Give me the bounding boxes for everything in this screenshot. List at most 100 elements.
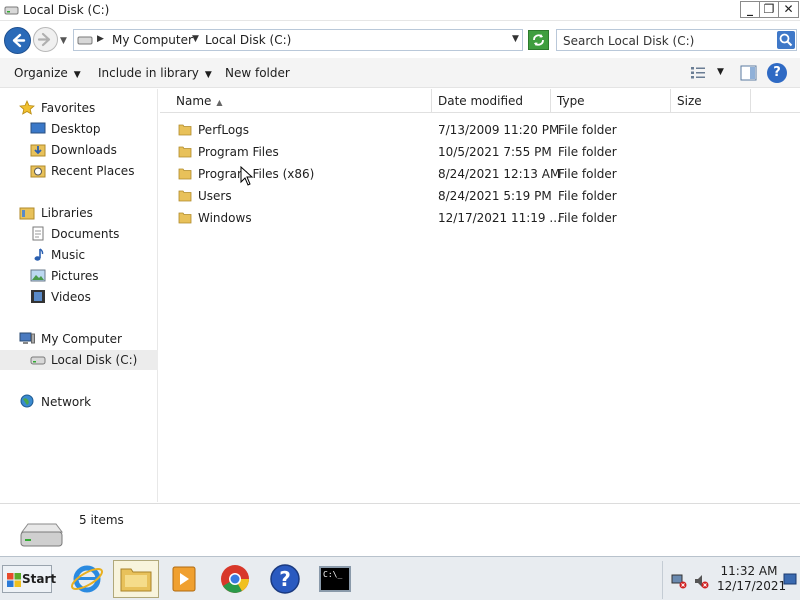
nav-music[interactable]: Music bbox=[0, 245, 158, 265]
clock-time: 11:32 AM bbox=[720, 564, 778, 578]
network-disconnected-icon[interactable] bbox=[671, 573, 687, 589]
file-list: Name ▲ Date modified Type Size PerfLogs 7… bbox=[160, 89, 800, 502]
nav-network[interactable]: Network bbox=[0, 392, 158, 412]
file-row[interactable]: PerfLogs 7/13/2009 11:20 PM File folder bbox=[160, 119, 800, 141]
nav-pictures[interactable]: Pictures bbox=[0, 266, 158, 286]
windows-logo-icon bbox=[7, 573, 21, 587]
nav-libraries[interactable]: Libraries bbox=[0, 203, 158, 223]
music-note-icon bbox=[34, 248, 44, 261]
back-arrow-icon bbox=[12, 33, 26, 48]
show-desktop-icon[interactable] bbox=[783, 572, 797, 588]
desktop-icon bbox=[30, 122, 46, 134]
nav-documents[interactable]: Documents bbox=[0, 224, 158, 244]
column-name[interactable]: Name ▲ bbox=[170, 89, 432, 113]
nav-my-computer[interactable]: My Computer bbox=[0, 329, 158, 349]
command-prompt-icon: C:\_ bbox=[319, 566, 351, 592]
nav-libraries-label: Libraries bbox=[41, 206, 93, 220]
nav-documents-label: Documents bbox=[51, 227, 120, 241]
organize-button[interactable]: Organize ▼ bbox=[14, 66, 81, 80]
svg-text:?: ? bbox=[279, 567, 291, 591]
command-prompt-label: C:\_ bbox=[323, 570, 343, 579]
column-type[interactable]: Type bbox=[551, 89, 671, 113]
refresh-button[interactable] bbox=[528, 30, 549, 50]
taskbar-internet-explorer[interactable] bbox=[64, 560, 110, 598]
preview-pane-icon[interactable] bbox=[740, 65, 757, 81]
system-tray: 11:32 AM 12/17/2021 bbox=[662, 561, 800, 599]
file-date: 8/24/2021 12:13 AM bbox=[438, 167, 561, 181]
file-row[interactable]: Windows 12/17/2021 11:19 ... File folder bbox=[160, 207, 800, 229]
window-title: Local Disk (C:) bbox=[23, 3, 110, 17]
nav-network-label: Network bbox=[41, 395, 92, 409]
maximize-button[interactable]: ❐ bbox=[759, 1, 779, 18]
file-name: Windows bbox=[198, 211, 252, 225]
nav-desktop[interactable]: Desktop bbox=[0, 119, 158, 139]
file-row[interactable]: Users 8/24/2021 5:19 PM File folder bbox=[160, 185, 800, 207]
change-view-icon[interactable] bbox=[690, 66, 706, 80]
file-row[interactable]: Program Files 10/5/2021 7:55 PM File fol… bbox=[160, 141, 800, 163]
include-in-library-button[interactable]: Include in library ▼ bbox=[98, 66, 212, 80]
file-date: 7/13/2009 11:20 PM bbox=[438, 123, 560, 137]
nav-local-disk-label: Local Disk (C:) bbox=[51, 353, 138, 367]
taskbar-media-player[interactable] bbox=[161, 560, 207, 598]
file-row[interactable]: Program Files (x86) 8/24/2021 12:13 AM F… bbox=[160, 163, 800, 185]
downloads-folder-icon bbox=[30, 144, 46, 157]
file-date: 12/17/2021 11:19 ... bbox=[438, 211, 561, 225]
column-date-modified[interactable]: Date modified bbox=[432, 89, 551, 113]
nav-desktop-label: Desktop bbox=[51, 122, 101, 136]
help-icon[interactable]: ? bbox=[767, 63, 787, 83]
taskbar-command-prompt[interactable]: C:\_ bbox=[312, 560, 358, 598]
file-date: 8/24/2021 5:19 PM bbox=[438, 189, 552, 203]
forward-button[interactable] bbox=[33, 27, 58, 52]
breadcrumb-my-computer[interactable]: My Computer bbox=[112, 33, 193, 47]
file-type: File folder bbox=[558, 123, 617, 137]
file-name: Program Files (x86) bbox=[198, 167, 315, 181]
column-type-label: Type bbox=[557, 94, 585, 108]
start-label: Start bbox=[22, 572, 57, 586]
nav-downloads-label: Downloads bbox=[51, 143, 117, 157]
sort-ascending-icon: ▲ bbox=[216, 98, 223, 107]
breadcrumb-arrow[interactable]: ▼ bbox=[192, 34, 199, 44]
clock[interactable]: 11:32 AM 12/17/2021 bbox=[717, 564, 786, 594]
help-support-icon: ? bbox=[270, 564, 300, 594]
minimize-button[interactable]: _ bbox=[740, 1, 760, 18]
breadcrumb-arrow[interactable]: ▶ bbox=[97, 34, 104, 44]
drive-icon bbox=[77, 36, 93, 45]
column-size[interactable]: Size bbox=[671, 89, 751, 113]
address-dropdown[interactable]: ▼ bbox=[512, 34, 519, 44]
back-button[interactable] bbox=[4, 27, 31, 54]
nav-recent-places[interactable]: Recent Places bbox=[0, 161, 158, 181]
drive-icon bbox=[30, 356, 46, 365]
file-name: Users bbox=[198, 189, 232, 203]
view-options-dropdown[interactable]: ▼ bbox=[717, 67, 724, 77]
new-folder-button[interactable]: New folder bbox=[225, 66, 290, 80]
recent-pages-dropdown[interactable]: ▼ bbox=[60, 36, 67, 46]
address-bar[interactable]: ▶ My Computer ▼ Local Disk (C:) ▼ bbox=[73, 29, 523, 51]
forward-arrow-icon bbox=[37, 32, 51, 47]
search-icon[interactable] bbox=[777, 31, 795, 49]
folder-icon bbox=[178, 124, 192, 136]
volume-muted-icon[interactable] bbox=[693, 573, 709, 589]
file-date: 10/5/2021 7:55 PM bbox=[438, 145, 552, 159]
folder-icon bbox=[178, 146, 192, 158]
close-button[interactable]: ✕ bbox=[778, 1, 799, 18]
command-bar: Organize ▼ Include in library ▼ New folder… bbox=[0, 58, 800, 88]
videos-filmstrip-icon bbox=[31, 290, 45, 303]
folder-icon bbox=[178, 168, 192, 180]
nav-videos-label: Videos bbox=[51, 290, 91, 304]
nav-videos[interactable]: Videos bbox=[0, 287, 158, 307]
search-input[interactable]: Search Local Disk (C:) bbox=[556, 29, 797, 51]
nav-local-disk[interactable]: Local Disk (C:) bbox=[0, 350, 158, 370]
drive-large-icon bbox=[20, 523, 63, 547]
nav-favorites[interactable]: Favorites bbox=[0, 98, 158, 118]
start-button[interactable]: Start bbox=[2, 565, 56, 593]
breadcrumb-local-disk[interactable]: Local Disk (C:) bbox=[205, 33, 291, 47]
internet-explorer-icon bbox=[70, 565, 104, 593]
nav-pictures-label: Pictures bbox=[51, 269, 99, 283]
taskbar-chrome[interactable] bbox=[212, 560, 258, 598]
nav-downloads[interactable]: Downloads bbox=[0, 140, 158, 160]
taskbar-help[interactable]: ? bbox=[262, 560, 308, 598]
taskbar-explorer[interactable] bbox=[113, 560, 159, 598]
search-placeholder: Search Local Disk (C:) bbox=[563, 34, 695, 48]
media-player-icon bbox=[172, 566, 196, 592]
file-type: File folder bbox=[558, 211, 617, 225]
